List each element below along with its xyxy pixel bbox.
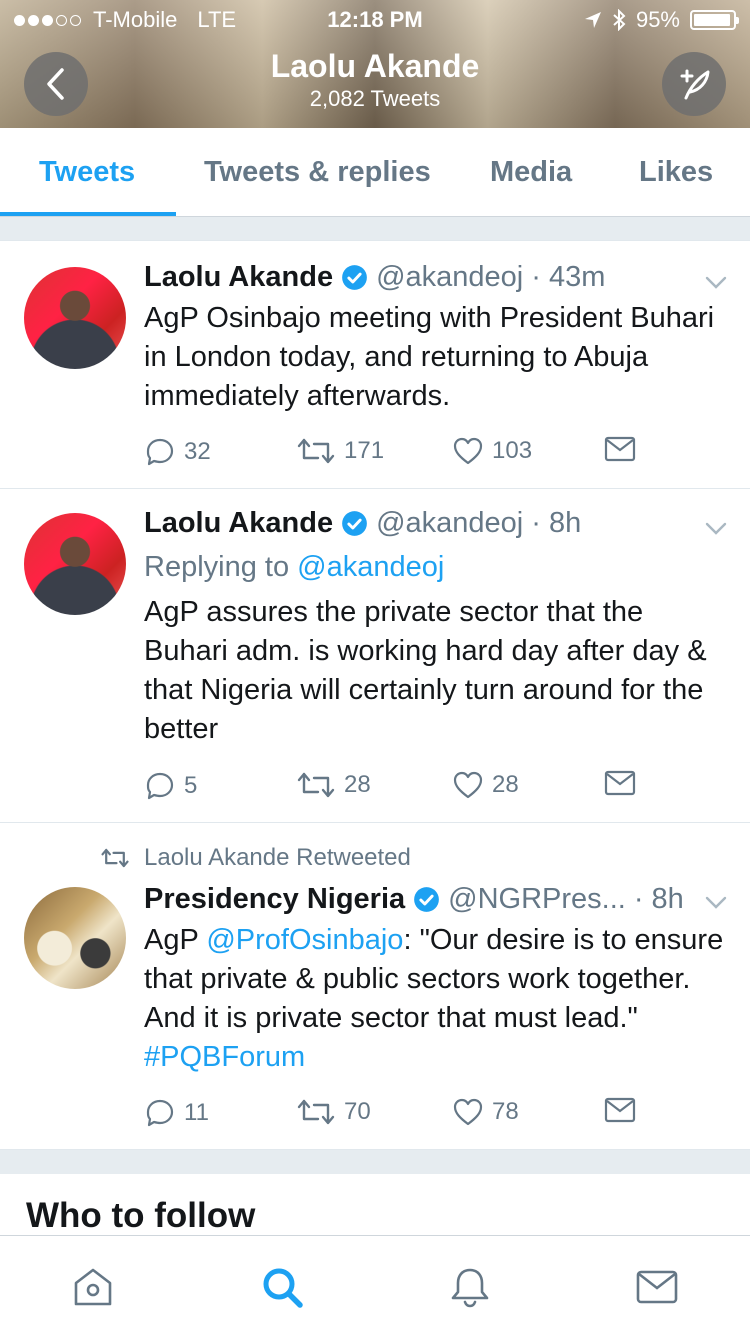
heart-icon xyxy=(453,771,483,799)
tweet-timestamp: · 8h xyxy=(531,507,582,539)
messages-icon xyxy=(636,1270,678,1304)
home-icon xyxy=(74,1268,112,1306)
verified-badge-icon xyxy=(342,265,367,290)
tweet-text: AgP assures the private sector that the … xyxy=(144,596,707,745)
reply-icon xyxy=(146,1099,174,1127)
tweet-text: AgP Osinbajo meeting with President Buha… xyxy=(144,302,715,412)
tweet-hashtag-link[interactable]: #PQBForum xyxy=(144,1041,305,1073)
retweet-count: 70 xyxy=(344,1098,371,1125)
who-to-follow-section: Who to follow xyxy=(0,1174,750,1236)
like-count: 103 xyxy=(492,437,533,464)
battery-percent: 95% xyxy=(635,7,680,32)
direct-message-button[interactable] xyxy=(604,436,636,462)
heart-icon xyxy=(453,1098,483,1126)
tweet-text-part: AgP xyxy=(144,924,207,956)
retweeted-icon xyxy=(101,848,129,868)
tweet-timestamp: · 8h xyxy=(633,883,684,915)
status-bar: T-Mobile LTE 12:18 PM 95% xyxy=(0,0,750,40)
direct-message-button[interactable] xyxy=(604,770,636,796)
reply-button[interactable]: 5 xyxy=(144,770,197,802)
location-arrow-icon xyxy=(584,12,601,28)
retweet-icon xyxy=(297,772,335,798)
verified-badge-icon xyxy=(342,511,367,536)
avatar[interactable] xyxy=(24,267,126,369)
tweet-author-name[interactable]: Laolu Akande xyxy=(144,507,333,540)
tab-media[interactable]: Media xyxy=(490,156,572,189)
replying-to: Replying to @akandeoj xyxy=(144,551,444,584)
tweet-mention-link[interactable]: @ProfOsinbajo xyxy=(206,924,403,956)
compose-tweet-button[interactable] xyxy=(662,52,726,116)
envelope-icon xyxy=(604,1097,636,1123)
bluetooth-icon xyxy=(613,9,626,31)
envelope-icon xyxy=(604,436,636,462)
reply-icon xyxy=(146,438,174,466)
retweet-button[interactable]: 70 xyxy=(296,1097,371,1127)
active-tab-indicator xyxy=(0,212,176,216)
tweet[interactable]: Laolu Akande @akandeoj · 43m AgP Osinbaj… xyxy=(0,240,750,489)
reply-icon xyxy=(146,772,174,800)
reply-count: 32 xyxy=(184,438,211,465)
battery-icon xyxy=(690,10,739,30)
notifications-icon xyxy=(451,1268,489,1308)
reply-button[interactable]: 11 xyxy=(144,1097,209,1129)
bottom-tab-bar xyxy=(0,1235,750,1334)
retweet-button[interactable]: 171 xyxy=(296,436,384,466)
verified-badge-icon xyxy=(414,887,440,912)
tweet-author-handle[interactable]: @akandeoj xyxy=(376,507,523,540)
notifications-tab[interactable] xyxy=(447,1264,493,1310)
who-to-follow-heading: Who to follow xyxy=(26,1196,256,1235)
tweet-author-handle[interactable]: @akandeoj xyxy=(376,261,523,294)
like-button[interactable]: 28 xyxy=(452,770,519,800)
tweet-actions: 5 28 28 xyxy=(144,770,644,804)
retweet-icon xyxy=(297,438,335,464)
reply-button[interactable]: 32 xyxy=(144,436,211,468)
home-tab[interactable] xyxy=(70,1264,116,1310)
tweet-count: 2,082 Tweets xyxy=(309,86,441,111)
like-count: 28 xyxy=(492,771,519,798)
retweet-button[interactable]: 28 xyxy=(296,770,371,800)
tweet[interactable]: Laolu Akande Retweeted Presidency Nigeri… xyxy=(0,823,750,1150)
avatar[interactable] xyxy=(24,513,126,615)
compose-feather-icon xyxy=(680,69,710,100)
tweet-text: AgP @ProfOsinbajo: "Our desire is to ens… xyxy=(144,921,734,1077)
tab-tweets-and-replies[interactable]: Tweets & replies xyxy=(204,156,431,189)
tweet[interactable]: Laolu Akande @akandeoj · 8h Replying to … xyxy=(0,489,750,823)
chevron-down-icon[interactable] xyxy=(704,895,728,911)
reply-count: 11 xyxy=(184,1099,209,1126)
replying-to-label: Replying to xyxy=(144,551,290,583)
like-button[interactable]: 78 xyxy=(452,1097,519,1127)
avatar[interactable] xyxy=(24,887,126,989)
envelope-icon xyxy=(604,770,636,796)
replying-to-handle[interactable]: @akandeoj xyxy=(297,551,444,583)
retweet-icon xyxy=(297,1099,335,1125)
reply-count: 5 xyxy=(184,772,198,799)
tab-likes[interactable]: Likes xyxy=(639,156,713,189)
search-tab[interactable] xyxy=(259,1264,305,1310)
tab-tweets[interactable]: Tweets xyxy=(39,156,135,189)
tweet-actions: 11 70 78 xyxy=(144,1097,644,1131)
retweet-count: 171 xyxy=(344,437,385,464)
tweet-author-name[interactable]: Presidency Nigeria xyxy=(144,883,405,916)
page-title: Laolu Akande xyxy=(270,48,480,84)
tweet-actions: 32 171 103 xyxy=(144,436,644,470)
heart-icon xyxy=(453,437,483,465)
like-button[interactable]: 103 xyxy=(452,436,532,466)
profile-tabs: Tweets Tweets & replies Media Likes xyxy=(0,128,750,217)
direct-message-button[interactable] xyxy=(604,1097,636,1123)
like-count: 78 xyxy=(492,1098,519,1125)
chevron-down-icon[interactable] xyxy=(704,275,728,291)
chevron-down-icon[interactable] xyxy=(704,521,728,537)
messages-tab[interactable] xyxy=(634,1264,680,1310)
tweet-timestamp: · 43m xyxy=(531,261,606,293)
retweeted-by-label[interactable]: Laolu Akande Retweeted xyxy=(144,844,411,872)
search-icon xyxy=(263,1268,303,1308)
tweet-author-handle[interactable]: @NGRPres... xyxy=(448,883,626,916)
retweet-count: 28 xyxy=(344,771,371,798)
tweet-author-name[interactable]: Laolu Akande xyxy=(144,261,333,294)
